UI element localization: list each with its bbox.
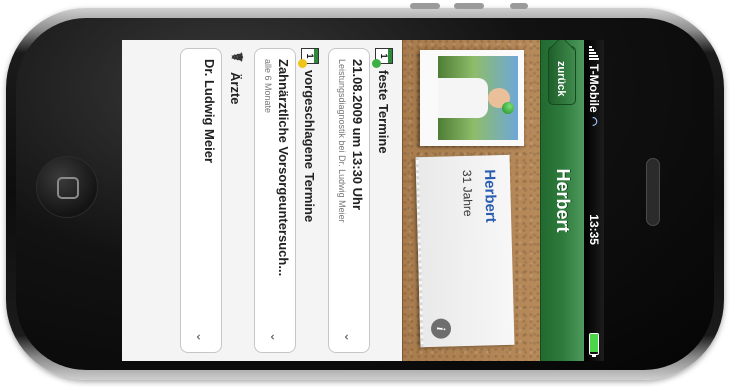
navigation-bar: zurück Herbert <box>540 40 584 361</box>
section-header-suggested: 1 vorgeschlagene Termine <box>298 48 322 353</box>
profile-corkboard: Herbert 31 Jahre i <box>402 40 540 361</box>
chevron-down-icon[interactable]: ⌄ <box>268 332 282 342</box>
battery-icon <box>589 332 599 355</box>
profile-note: Herbert 31 Jahre i <box>415 154 515 348</box>
carrier-group: T-Mobile ◠ <box>587 46 601 126</box>
volume-up-button[interactable] <box>410 3 440 9</box>
section-header-fixed: 1 feste Termine <box>372 48 396 353</box>
green-dot-icon <box>372 59 381 68</box>
calendar-icon-number: 1 <box>305 53 315 59</box>
section-header-doctors: ☤ Ärzte <box>224 48 248 353</box>
back-button-label: zurück <box>555 61 567 97</box>
profile-age: 31 Jahre <box>459 169 476 217</box>
fixed-appointment-title: 21.08.2009 um 13:30 Uhr <box>350 59 365 211</box>
phone-screen: T-Mobile ◠ 13:35 zurück Herbert Herbert <box>122 40 604 361</box>
doctor-row[interactable]: Dr. Ludwig Meier ⌄ <box>180 48 222 353</box>
calendar-icon: 1 <box>298 48 319 68</box>
profile-photo[interactable] <box>420 50 524 146</box>
suggested-appointment-title: Zahnärztliche Vorsorgeuntersuch... <box>276 59 291 277</box>
calendar-icon: 1 <box>372 48 393 68</box>
fixed-appointment-subtitle: Leistungsdiagnostik bei Dr. Ludwig Meier <box>337 59 347 223</box>
profile-photo-image <box>438 56 518 140</box>
home-button-icon <box>57 177 79 199</box>
suggested-appointment-subtitle: alle 6 Monate <box>263 59 273 114</box>
person-body <box>438 78 488 118</box>
section-title-doctors: Ärzte <box>228 72 244 105</box>
home-button[interactable] <box>36 156 98 218</box>
wifi-icon: ◠ <box>587 116 600 127</box>
section-title-suggested: vorgeschlagene Termine <box>302 70 318 223</box>
stethoscope-icon: ☤ <box>228 51 245 63</box>
volume-down-button[interactable] <box>454 3 484 9</box>
yellow-dot-icon <box>298 59 307 68</box>
suggested-appointment-row[interactable]: Zahnärztliche Vorsorgeuntersuch... alle … <box>254 48 296 353</box>
doctor-name: Dr. Ludwig Meier <box>202 59 217 164</box>
app-view: T-Mobile ◠ 13:35 zurück Herbert Herbert <box>122 40 604 361</box>
fixed-appointment-row[interactable]: 21.08.2009 um 13:30 Uhr Leistungsdiagnos… <box>328 48 370 353</box>
back-button[interactable]: zurück <box>548 46 576 106</box>
mute-switch[interactable] <box>510 3 528 9</box>
info-button[interactable]: i <box>430 318 452 339</box>
carrier-name: T-Mobile <box>587 64 601 113</box>
earpiece-speaker <box>646 158 660 226</box>
pushpin-icon <box>502 102 514 114</box>
page-title: Herbert <box>553 168 573 233</box>
signal-bars-icon <box>589 46 599 60</box>
status-bar: T-Mobile ◠ 13:35 <box>584 40 604 361</box>
chevron-down-icon[interactable]: ⌄ <box>194 332 208 342</box>
section-title-fixed: feste Termine <box>376 70 392 154</box>
calendar-icon-number: 1 <box>379 53 389 59</box>
status-time: 13:35 <box>587 214 601 245</box>
profile-name: Herbert <box>480 169 500 223</box>
chevron-down-icon[interactable]: ⌄ <box>342 332 356 342</box>
appointments-list: 1 feste Termine 21.08.2009 um 13:30 Uhr … <box>180 40 402 361</box>
